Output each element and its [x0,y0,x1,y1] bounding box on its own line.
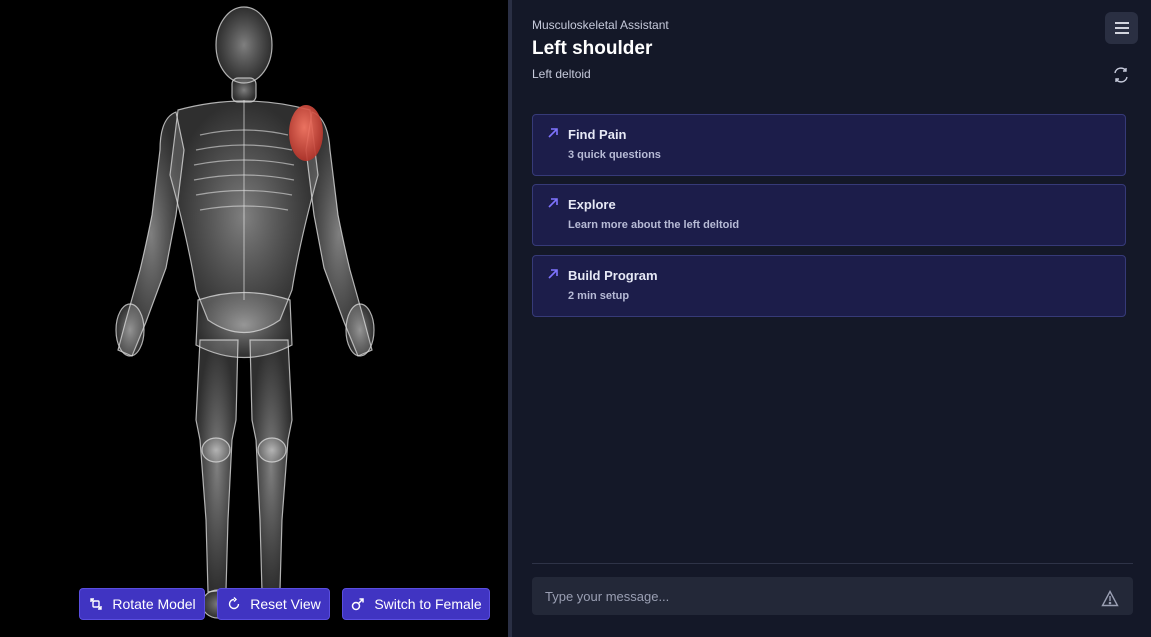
page-title: Left shoulder [532,38,653,59]
hamburger-icon [1114,22,1129,34]
send-icon[interactable] [1101,590,1119,607]
reset-view-label: Reset View [250,596,321,612]
card-build-program[interactable]: Build Program 2 min setup [532,255,1126,317]
assistant-panel: Musculoskeletal Assistant Left shoulder … [512,0,1151,637]
muscle-name: Left deltoid [532,67,591,81]
card-explore[interactable]: Explore Learn more about the left deltoi… [532,184,1126,246]
divider [532,563,1133,564]
skeleton-model[interactable] [0,0,508,637]
card-title: Find Pain [568,127,627,142]
arrow-up-right-icon [548,128,558,138]
card-find-pain[interactable]: Find Pain 3 quick questions [532,114,1126,176]
menu-button[interactable] [1105,12,1138,44]
card-subtitle: 3 quick questions [568,149,661,161]
switch-gender-button[interactable]: Switch to Female [342,588,490,620]
card-title: Explore [568,197,616,212]
card-subtitle: Learn more about the left deltoid [568,219,740,231]
card-subtitle: 2 min setup [568,290,630,302]
rotate-icon [90,598,103,610]
refresh-icon [229,597,240,610]
arrow-up-right-icon [548,269,558,279]
deltoid-highlight[interactable] [289,105,323,161]
arrow-up-right-icon [548,198,558,208]
rotate-model-button[interactable]: Rotate Model [79,588,205,620]
app-name: Musculoskeletal Assistant [532,18,669,32]
reset-view-button[interactable]: Reset View [217,588,330,620]
card-title: Build Program [568,268,658,283]
model-viewer[interactable]: Rotate Model Reset View Switch to Female [0,0,508,637]
switch-gender-label: Switch to Female [374,596,482,612]
message-input[interactable] [532,577,1133,615]
sync-icon[interactable] [1112,66,1130,84]
male-symbol-icon [352,598,365,611]
rotate-model-label: Rotate Model [112,596,196,612]
